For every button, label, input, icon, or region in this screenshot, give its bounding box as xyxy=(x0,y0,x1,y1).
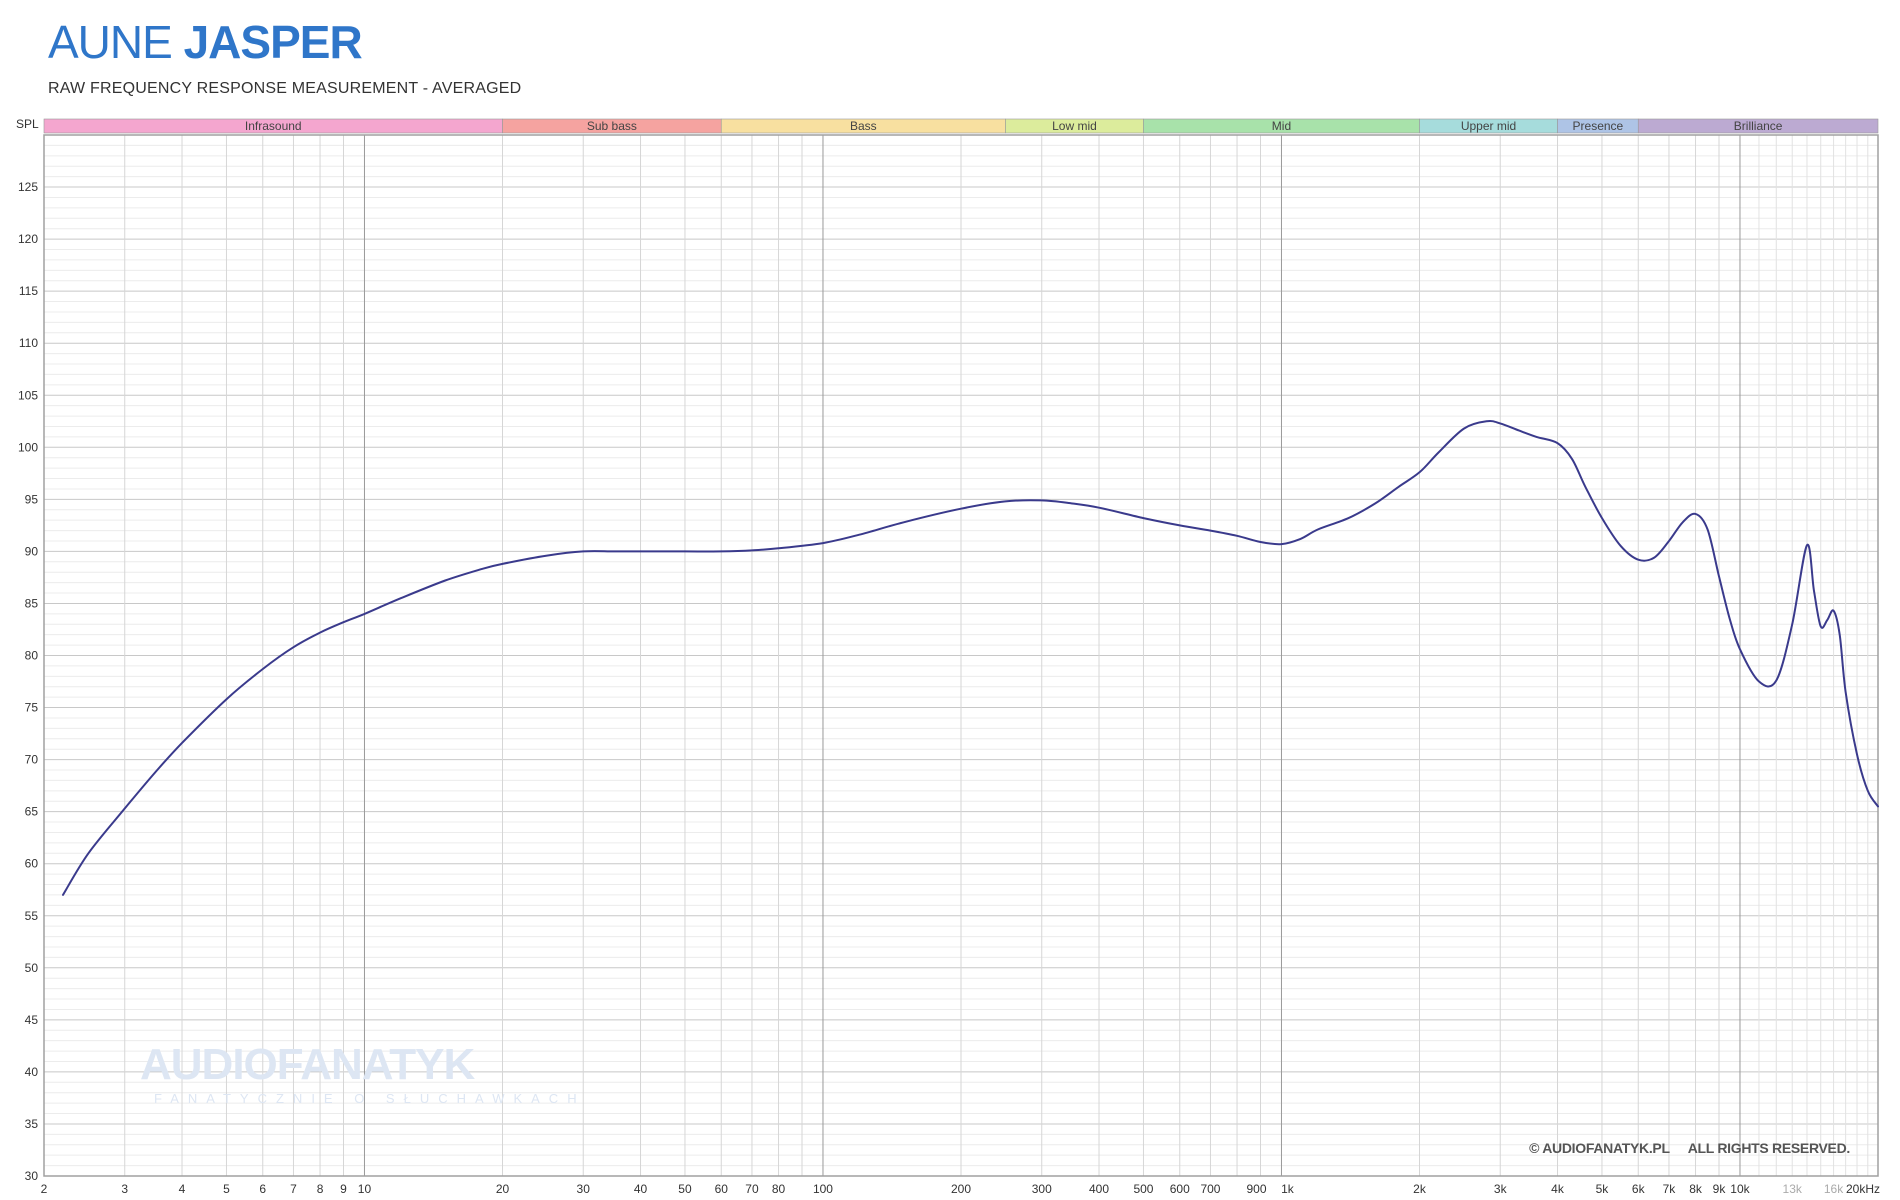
x-tick-label: 3k xyxy=(1494,1182,1508,1196)
x-axis: 2 3 4 5 6 7 8 9 10 20 30 40 50 60 70 80 100 200 300 400 500 6… xyxy=(41,1182,1880,1196)
y-tick-label: 45 xyxy=(25,1013,39,1027)
band-label: Brilliance xyxy=(1734,119,1783,133)
x-tick-label: 50 xyxy=(678,1182,692,1196)
copyright-notice: © AUDIOFANATYK.PL ALL RIGHTS RESERVED. xyxy=(1529,1140,1850,1156)
y-tick-label: 90 xyxy=(25,544,39,558)
y-tick-label: 50 xyxy=(25,961,39,975)
frequency-bands: Infrasound Sub bass Bass Low mid Mid Upper mi… xyxy=(43,118,1879,134)
y-tick-label: 80 xyxy=(25,649,39,663)
x-tick-label: 60 xyxy=(715,1182,729,1196)
band-label: Upper mid xyxy=(1461,119,1516,133)
x-tick-label: 400 xyxy=(1089,1182,1109,1196)
x-tick-label: 900 xyxy=(1246,1182,1266,1196)
x-tick-label: 2 xyxy=(41,1182,48,1196)
x-tick-label: 7 xyxy=(290,1182,297,1196)
watermark-sub: FANATYCZNIE O SŁUCHAWKACH xyxy=(154,1091,586,1106)
x-tick-label: 6 xyxy=(259,1182,266,1196)
x-tick-label: 200 xyxy=(951,1182,971,1196)
y-axis-label: SPL xyxy=(16,117,39,131)
band-label: Presence xyxy=(1573,119,1624,133)
x-tick-label: 6k xyxy=(1632,1182,1646,1196)
y-tick-label: 120 xyxy=(18,232,38,246)
watermark-logo: AUDIOFANATYK FANATYCZNIE O SŁUCHAWKACH xyxy=(140,1040,586,1107)
x-tick-label: 5k xyxy=(1596,1182,1610,1196)
y-tick-label: 95 xyxy=(25,492,39,506)
y-tick-label: 100 xyxy=(18,440,38,454)
x-tick-label: 700 xyxy=(1200,1182,1220,1196)
x-tick-label: 3 xyxy=(121,1182,128,1196)
y-tick-label: 75 xyxy=(25,701,39,715)
x-tick-label: 500 xyxy=(1133,1182,1153,1196)
y-tick-label: 35 xyxy=(25,1117,39,1131)
band-label: Low mid xyxy=(1052,119,1097,133)
x-tick-label: 600 xyxy=(1170,1182,1190,1196)
x-tick-label: 30 xyxy=(577,1182,591,1196)
copyright-site: © AUDIOFANATYK.PL xyxy=(1529,1140,1670,1156)
x-tick-label: 9 xyxy=(340,1182,347,1196)
x-tick-label: 8 xyxy=(317,1182,324,1196)
x-tick-label: 13k xyxy=(1783,1182,1803,1196)
x-tick-label: 300 xyxy=(1032,1182,1052,1196)
x-tick-label: 20 xyxy=(496,1182,510,1196)
x-tick-label: 10k xyxy=(1730,1182,1750,1196)
frequency-response-chart: Infrasound Sub bass Bass Low mid Mid Upper mi… xyxy=(16,117,1880,1196)
x-tick-label: 10 xyxy=(358,1182,372,1196)
x-tick-label: 80 xyxy=(772,1182,786,1196)
y-axis: 30 35 40 45 50 55 60 65 70 75 80 85 90 95 100 105 110 115… xyxy=(18,180,38,1183)
x-tick-label: 2k xyxy=(1413,1182,1427,1196)
y-tick-label: 105 xyxy=(18,388,38,402)
watermark-main: AUDIOFANATYK xyxy=(140,1040,475,1089)
band-label: Infrasound xyxy=(245,119,302,133)
x-tick-label: 20kHz xyxy=(1846,1182,1880,1196)
grid-lines xyxy=(44,135,1878,1176)
band-label: Mid xyxy=(1272,119,1291,133)
y-tick-label: 30 xyxy=(25,1169,39,1183)
x-tick-label: 40 xyxy=(634,1182,648,1196)
y-tick-label: 110 xyxy=(19,336,38,350)
y-tick-label: 125 xyxy=(18,180,38,194)
y-tick-label: 65 xyxy=(25,805,39,819)
x-tick-label: 8k xyxy=(1689,1182,1703,1196)
y-tick-label: 55 xyxy=(25,909,39,923)
x-tick-label: 9k xyxy=(1713,1182,1727,1196)
band-label: Sub bass xyxy=(587,119,637,133)
y-tick-label: 115 xyxy=(19,284,38,298)
y-tick-label: 60 xyxy=(25,857,39,871)
y-tick-label: 85 xyxy=(25,596,39,610)
band-label: Bass xyxy=(850,119,877,133)
x-tick-label: 7k xyxy=(1663,1182,1677,1196)
x-tick-label: 70 xyxy=(745,1182,759,1196)
x-tick-label: 5 xyxy=(223,1182,230,1196)
copyright-rights: ALL RIGHTS RESERVED. xyxy=(1687,1140,1851,1156)
y-tick-label: 70 xyxy=(25,753,39,767)
x-tick-label: 4k xyxy=(1551,1182,1565,1196)
x-tick-label: 100 xyxy=(813,1182,833,1196)
x-tick-label: 16k xyxy=(1824,1182,1844,1196)
x-tick-label: 1k xyxy=(1281,1182,1295,1196)
x-tick-label: 4 xyxy=(179,1182,186,1196)
y-tick-label: 40 xyxy=(25,1065,39,1079)
